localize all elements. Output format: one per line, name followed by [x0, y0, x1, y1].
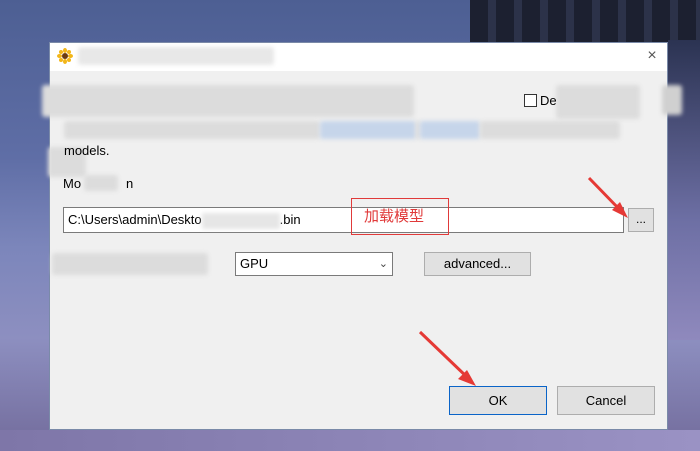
sunflower-icon	[57, 48, 73, 64]
advanced-button[interactable]: advanced...	[424, 252, 531, 276]
redacted-right-edge	[662, 85, 682, 115]
device-select[interactable]: GPU ⌄	[235, 252, 393, 276]
ok-button[interactable]: OK	[449, 386, 547, 415]
models-label: models.	[64, 143, 110, 158]
chevron-down-icon: ⌄	[378, 258, 388, 270]
background-pier	[470, 0, 700, 42]
redacted-description-link-2	[420, 121, 480, 139]
load-model-dialog: × De models. Mo n C:\Users\admin\Deskto.…	[42, 42, 682, 430]
model-label: Mo	[63, 176, 82, 191]
model-label-tail: n	[126, 176, 134, 191]
redacted-description	[42, 85, 414, 117]
redacted-model-path	[201, 212, 280, 229]
redacted-device-label	[52, 253, 208, 275]
redacted-description-line	[64, 121, 320, 139]
redacted-right-block	[556, 85, 640, 119]
device-select-value: GPU	[240, 256, 269, 271]
redacted-title	[78, 47, 274, 65]
redacted-model-label	[84, 175, 118, 191]
annotation-box: 加载模型	[351, 198, 449, 235]
title-bar: ×	[50, 43, 667, 71]
redacted-description-line-3	[480, 121, 620, 139]
checkbox-label: De	[540, 93, 557, 108]
browse-button[interactable]: ...	[628, 208, 654, 232]
model-path-extension: .bin	[279, 212, 301, 227]
model-path-value: C:\Users\admin\Deskto	[68, 212, 202, 227]
close-icon[interactable]: ×	[643, 47, 661, 65]
model-path-input[interactable]: C:\Users\admin\Deskto .bin	[63, 207, 624, 233]
checkbox-box[interactable]	[524, 94, 537, 107]
redacted-description-link	[320, 121, 416, 139]
cancel-button[interactable]: Cancel	[557, 386, 655, 415]
background-strip	[0, 430, 700, 451]
